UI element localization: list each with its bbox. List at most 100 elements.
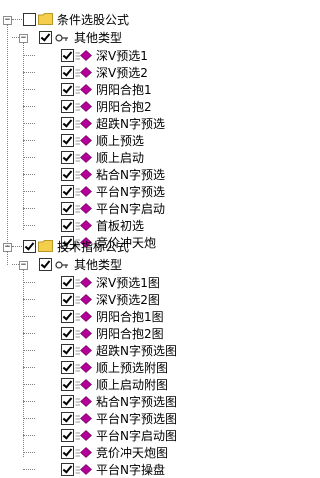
formula-item[interactable]: 粘合N字预选图 xyxy=(0,394,269,410)
formula-item[interactable]: 平台N字启动图 xyxy=(0,428,269,444)
formula-icon xyxy=(75,50,92,61)
formula-item[interactable]: 超跌N字预选图 xyxy=(0,343,269,359)
tree-line xyxy=(23,208,35,209)
checkbox[interactable] xyxy=(23,13,36,26)
checkbox[interactable] xyxy=(39,31,52,44)
formula-item[interactable]: 深V预选1 xyxy=(0,48,269,64)
tree-line xyxy=(23,469,35,470)
formula-item[interactable]: 粘合N字预选 xyxy=(0,167,269,183)
formula-item[interactable]: 深V预选1图 xyxy=(0,275,269,291)
item-label: 深V预选1图 xyxy=(96,276,160,290)
formula-icon xyxy=(75,362,92,373)
item-label: 粘合N字预选 xyxy=(96,168,165,182)
checkbox[interactable] xyxy=(61,395,74,408)
formula-item[interactable]: 阴阳合抱1图 xyxy=(0,309,269,325)
tree-line xyxy=(23,106,35,107)
checkbox[interactable] xyxy=(61,429,74,442)
checkbox[interactable] xyxy=(61,293,74,306)
checkbox[interactable] xyxy=(61,134,74,147)
folder-icon xyxy=(38,240,53,252)
checkbox[interactable] xyxy=(61,310,74,323)
formula-item[interactable]: 竞价冲天炮图 xyxy=(0,445,269,461)
checkbox[interactable] xyxy=(61,463,74,476)
checkbox[interactable] xyxy=(61,202,74,215)
checkbox[interactable] xyxy=(61,344,74,357)
formula-icon xyxy=(75,186,92,197)
formula-item[interactable]: 顺上预选附图 xyxy=(0,360,269,376)
formula-item[interactable]: 平台N字操盘 xyxy=(0,462,269,478)
tree-line xyxy=(7,24,8,246)
formula-icon xyxy=(75,447,92,458)
item-label: 深V预选1 xyxy=(96,49,148,63)
formula-item[interactable]: 平台N字启动 xyxy=(0,201,269,217)
checkbox[interactable] xyxy=(61,361,74,374)
formula-item[interactable]: 阴阳合抱2图 xyxy=(0,326,269,342)
tree-line xyxy=(23,55,35,56)
tree-line xyxy=(23,225,35,226)
tree-node-condition-formulas[interactable]: − 条件选股公式 xyxy=(0,12,269,28)
formula-icon xyxy=(75,311,92,322)
tree-line xyxy=(23,123,35,124)
checkbox[interactable] xyxy=(61,49,74,62)
tree-line xyxy=(23,452,35,453)
checkbox[interactable] xyxy=(61,327,74,340)
formula-item[interactable]: 平台N字预选 xyxy=(0,184,269,200)
key-icon xyxy=(55,261,68,269)
checkbox[interactable] xyxy=(61,168,74,181)
checkbox[interactable] xyxy=(61,276,74,289)
formula-item[interactable]: 顺上启动附图 xyxy=(0,377,269,393)
item-label: 阴阳合抱1图 xyxy=(96,310,164,324)
item-label: 深V预选2 xyxy=(96,66,148,80)
formula-item[interactable]: 顺上启动 xyxy=(0,150,269,166)
formula-icon xyxy=(75,430,92,441)
formula-icon xyxy=(75,220,92,231)
checkbox[interactable] xyxy=(61,117,74,130)
tree-node-other-types[interactable]: − 其他类型 xyxy=(0,257,269,273)
checkbox[interactable] xyxy=(61,83,74,96)
formula-icon xyxy=(75,152,92,163)
checkbox[interactable] xyxy=(23,240,36,253)
formula-icon xyxy=(75,203,92,214)
tree-line xyxy=(12,246,22,247)
formula-icon xyxy=(75,101,92,112)
tree-line xyxy=(23,174,35,175)
tree-line xyxy=(23,367,35,368)
folder-icon xyxy=(38,13,53,25)
checkbox[interactable] xyxy=(61,66,74,79)
formula-item[interactable]: 平台N字预选图 xyxy=(0,411,269,427)
formula-item[interactable]: 顺上预选 xyxy=(0,133,269,149)
formula-item[interactable]: 超跌N字预选 xyxy=(0,116,269,132)
tree-line xyxy=(12,37,19,38)
item-label: 平台N字启动 xyxy=(96,202,165,216)
formula-item[interactable]: 阴阳合抱2 xyxy=(0,99,269,115)
checkbox[interactable] xyxy=(61,100,74,113)
formula-item[interactable]: 深V预选2 xyxy=(0,65,269,81)
tree-line xyxy=(23,140,35,141)
tree-node-indicator-formulas[interactable]: − 技术指标公式 xyxy=(0,239,269,255)
formula-item[interactable]: 阴阳合抱1 xyxy=(0,82,269,98)
checkbox[interactable] xyxy=(39,258,52,271)
checkbox[interactable] xyxy=(61,219,74,232)
formula-icon xyxy=(75,413,92,424)
tree-line xyxy=(12,19,22,20)
tree-line xyxy=(23,299,35,300)
node-label: 技术指标公式 xyxy=(57,240,130,254)
item-label: 顺上预选附图 xyxy=(96,361,169,375)
tree-line xyxy=(23,157,35,158)
tree-node-other-types[interactable]: − 其他类型 xyxy=(0,30,269,46)
formula-item[interactable]: 首板初选 xyxy=(0,218,269,234)
formula-icon xyxy=(75,135,92,146)
checkbox[interactable] xyxy=(61,446,74,459)
formula-item[interactable]: 深V预选2图 xyxy=(0,292,269,308)
tree-line xyxy=(23,333,35,334)
checkbox[interactable] xyxy=(61,151,74,164)
item-label: 阴阳合抱2图 xyxy=(96,327,164,341)
item-label: 粘合N字预选图 xyxy=(96,395,177,409)
tree-line xyxy=(23,269,24,457)
checkbox[interactable] xyxy=(61,378,74,391)
tree-line xyxy=(23,384,35,385)
node-label: 条件选股公式 xyxy=(57,13,130,27)
checkbox[interactable] xyxy=(61,185,74,198)
item-label: 深V预选2图 xyxy=(96,293,160,307)
checkbox[interactable] xyxy=(61,412,74,425)
